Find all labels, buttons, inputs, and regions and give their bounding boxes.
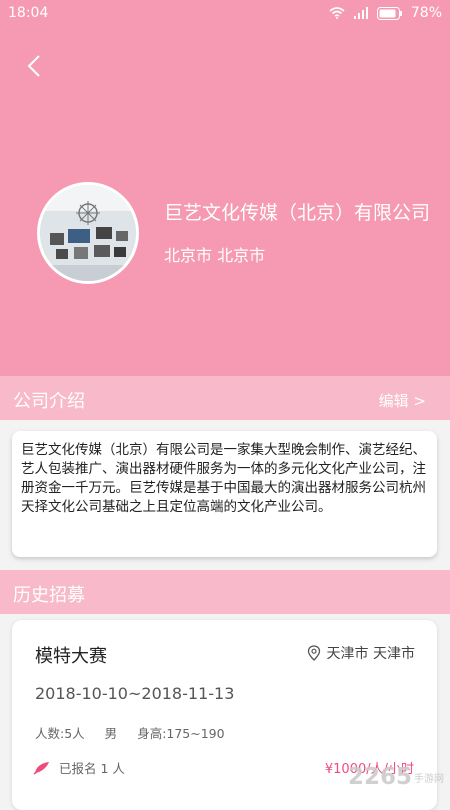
battery-icon	[376, 6, 402, 20]
status-bar: 18:04 78%	[0, 0, 450, 28]
company-location: 北京市 北京市	[164, 246, 266, 265]
company-avatar[interactable]	[37, 182, 139, 284]
recruit-count: 人数:5人	[35, 726, 85, 741]
recruit-gender: 男	[104, 726, 118, 741]
intro-card: 巨艺文化传媒（北京）有限公司是一家集大型晚会制作、演艺经纪、艺人包装推广、演出器…	[12, 431, 437, 557]
battery-percent: 78%	[410, 5, 442, 21]
watermark-sub: 手游网	[414, 773, 444, 785]
intro-text: 巨艺文化传媒（北京）有限公司是一家集大型晚会制作、演艺经纪、艺人包装推广、演出器…	[21, 442, 426, 515]
chevron-left-icon	[27, 55, 40, 77]
office-photo-icon	[40, 185, 136, 281]
watermark-brand: 2265	[347, 764, 412, 790]
signal-icon	[353, 7, 368, 19]
intro-section-title: 公司介绍	[13, 391, 85, 412]
recruit-meta: 人数:5人 男 身高:175~190	[35, 723, 245, 742]
profile-header: 巨艺文化传媒（北京）有限公司 北京市 北京市	[0, 28, 450, 376]
wifi-icon	[329, 7, 345, 19]
recruit-title: 模特大赛	[35, 646, 107, 667]
recruit-location: 天津市 天津市	[307, 643, 415, 663]
recruit-date-range: 2018-10-10~2018-11-13	[35, 684, 235, 703]
recruit-height: 身高:175~190	[137, 726, 225, 741]
site-watermark: 2265 手游网	[348, 764, 444, 790]
history-section-title: 历史招募	[13, 585, 85, 606]
status-time: 18:04	[8, 5, 49, 21]
history-section-header: 历史招募	[0, 570, 450, 614]
recruit-location-text: 天津市 天津市	[326, 646, 415, 662]
company-name: 巨艺文化传媒（北京）有限公司	[164, 202, 431, 224]
status-icons: 78%	[329, 5, 442, 21]
recruit-signed: 已报名 1 人	[33, 758, 125, 777]
location-pin-icon	[307, 645, 320, 661]
recruit-signed-text: 已报名 1 人	[59, 761, 125, 776]
pen-icon	[33, 761, 49, 775]
back-button[interactable]	[20, 52, 48, 80]
edit-intro-button[interactable]: 编辑 >	[379, 390, 426, 411]
intro-section-header: 公司介绍 编辑 >	[0, 376, 450, 420]
